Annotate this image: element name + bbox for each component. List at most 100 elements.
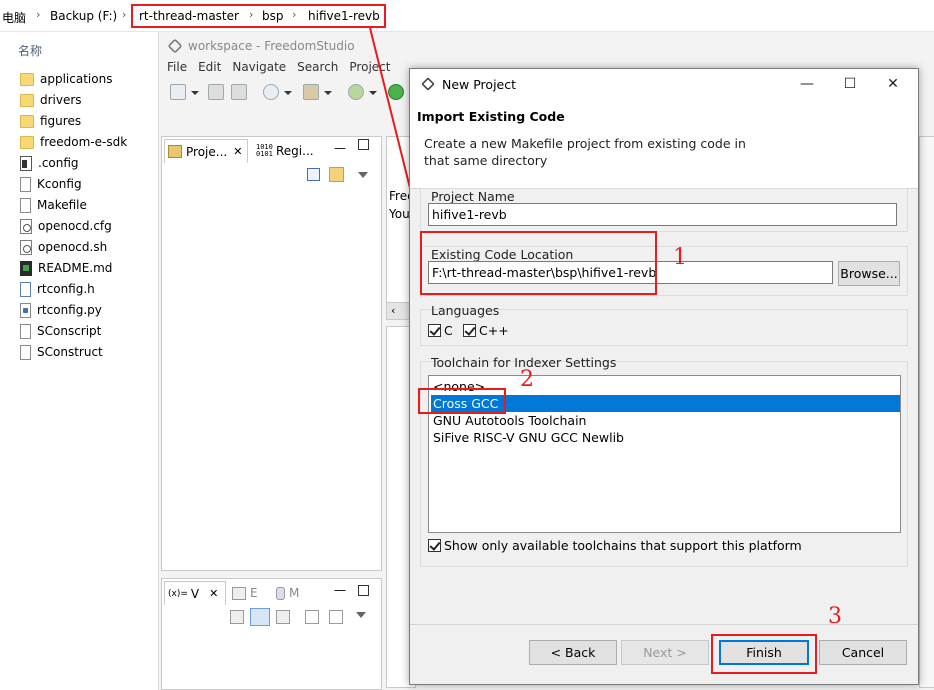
show-only-available-checkbox[interactable] xyxy=(428,539,441,552)
file-list-item[interactable]: openocd.cfg xyxy=(20,216,112,236)
maximize-window-button[interactable]: ☐ xyxy=(833,69,867,99)
tab-project-label: Proje... xyxy=(186,144,228,159)
toolchain-item-none[interactable]: <none> xyxy=(431,378,900,395)
build-settings-icon[interactable] xyxy=(263,84,279,100)
file-list-item[interactable]: .config xyxy=(20,153,79,173)
modules-icon xyxy=(276,586,285,600)
tab-variables-label: V xyxy=(190,586,200,601)
menu-edit[interactable]: Edit xyxy=(198,60,221,80)
registers-icon: 1010 0101 xyxy=(256,143,273,158)
cancel-button[interactable]: Cancel xyxy=(819,640,907,665)
file-name: rtconfig.py xyxy=(37,303,102,317)
save-all-icon[interactable] xyxy=(231,84,247,100)
back-button[interactable]: < Back xyxy=(529,640,617,665)
gear-file-icon xyxy=(20,239,32,255)
file-list-item[interactable]: rtconfig.h xyxy=(20,279,95,299)
tab-registers-label: Regi... xyxy=(276,144,314,158)
folder-icon xyxy=(20,135,34,149)
chevron-right-icon: › xyxy=(249,8,254,21)
file-icon xyxy=(20,197,31,213)
file-name: openocd.sh xyxy=(38,240,108,254)
markdown-file-icon xyxy=(20,260,32,276)
breadcrumb-rt-thread-master[interactable]: rt-thread-master xyxy=(139,9,239,23)
existing-code-location-input[interactable]: F:\rt-thread-master\bsp\hifive1-revb xyxy=(428,261,833,284)
toolchain-item-gnu-autotools[interactable]: GNU Autotools Toolchain xyxy=(431,412,900,429)
chevron-down-icon[interactable] xyxy=(284,91,292,95)
file-list-item[interactable]: Kconfig xyxy=(20,174,82,194)
menu-file[interactable]: File xyxy=(167,60,187,80)
file-list-item[interactable]: README.md xyxy=(20,258,112,278)
toolchain-item-sifive-riscv[interactable]: SiFive RISC-V GNU GCC Newlib xyxy=(431,429,900,446)
header-file-icon xyxy=(20,281,31,297)
file-list-item[interactable]: SConscript xyxy=(20,321,101,341)
save-icon[interactable] xyxy=(208,84,224,100)
minimize-icon[interactable]: — xyxy=(334,583,346,597)
file-icon xyxy=(20,344,31,360)
minimize-window-button[interactable]: — xyxy=(790,69,824,99)
file-list-item[interactable]: applications xyxy=(20,69,112,89)
tab-expressions-label: E xyxy=(250,586,258,600)
language-cpp-label: C++ xyxy=(479,323,509,338)
close-icon[interactable]: ✕ xyxy=(209,587,218,600)
variables-icon: (x)= xyxy=(168,588,188,599)
breadcrumb-drive[interactable]: Backup (F:) xyxy=(50,9,117,23)
toolchain-item-cross-gcc[interactable]: Cross GCC xyxy=(431,395,900,412)
file-list-item[interactable]: drivers xyxy=(20,90,82,110)
file-list-item[interactable]: freedom-e-sdk xyxy=(20,132,127,152)
dialog-title-bar[interactable]: New Project — ☐ ✕ xyxy=(410,69,918,99)
view-menu-icon[interactable] xyxy=(356,612,366,618)
hammer-icon[interactable] xyxy=(303,84,319,100)
tab-registers[interactable]: 1010 0101 Regi... xyxy=(254,139,314,163)
file-list-item[interactable]: openocd.sh xyxy=(20,237,107,257)
annotation-number-2: 2 xyxy=(520,367,534,392)
column-header-name[interactable]: 名称 xyxy=(18,42,42,59)
menu-search[interactable]: Search xyxy=(297,60,338,80)
file-list-item[interactable]: Makefile xyxy=(20,195,87,215)
project-name-input[interactable]: hifive1-revb xyxy=(428,203,897,226)
remove-expression-icon[interactable] xyxy=(329,610,343,624)
menu-navigate[interactable]: Navigate xyxy=(232,60,286,80)
folder-icon xyxy=(20,72,34,86)
show-type-names-icon[interactable] xyxy=(230,610,244,624)
minimize-icon[interactable]: — xyxy=(334,141,346,155)
collapse-all-icon[interactable] xyxy=(307,168,320,181)
expressions-icon xyxy=(232,586,246,600)
new-project-dialog: New Project — ☐ ✕ Import Existing Code C… xyxy=(409,68,919,685)
collapse-all-icon[interactable] xyxy=(276,610,290,624)
file-list-item[interactable]: rtconfig.py xyxy=(20,300,102,320)
add-expression-icon[interactable] xyxy=(305,610,319,624)
language-cpp-checkbox[interactable] xyxy=(463,324,476,337)
dialog-description: Create a new Makefile project from exist… xyxy=(424,136,746,168)
tab-variables[interactable]: (x)= V ✕ xyxy=(164,581,226,605)
chevron-right-icon: › xyxy=(122,8,127,21)
annotation-number-1: 1 xyxy=(673,245,687,270)
link-with-editor-icon[interactable] xyxy=(329,167,344,182)
tab-modules[interactable]: M xyxy=(276,581,299,605)
tab-modules-label: M xyxy=(289,586,300,600)
browse-button[interactable]: Browse... xyxy=(838,261,900,286)
languages-label: Languages xyxy=(431,303,500,318)
close-icon[interactable]: ✕ xyxy=(233,145,242,158)
chevron-down-icon[interactable] xyxy=(324,91,332,95)
dialog-title: New Project xyxy=(442,76,517,92)
existing-code-location-label: Existing Code Location xyxy=(431,247,574,262)
next-button[interactable]: Next > xyxy=(621,640,709,665)
toolchain-list[interactable]: <none> Cross GCC GNU Autotools Toolchain… xyxy=(428,375,901,533)
language-c-checkbox[interactable] xyxy=(428,324,441,337)
chevron-down-icon[interactable] xyxy=(191,91,199,95)
breadcrumb-bsp[interactable]: bsp xyxy=(262,9,284,23)
maximize-icon[interactable] xyxy=(358,585,369,596)
close-window-button[interactable]: ✕ xyxy=(876,69,910,99)
new-icon[interactable] xyxy=(170,84,186,100)
show-logical-structure-icon[interactable] xyxy=(250,608,270,626)
explorer-address-bar[interactable]: 电脑 › Backup (F:) › rt-thread-master › bs… xyxy=(0,0,934,32)
file-name: Makefile xyxy=(37,198,87,212)
breadcrumb-computer[interactable]: 电脑 xyxy=(2,9,26,26)
project-explorer-panel: Proje... ✕ 1010 0101 Regi... — xyxy=(161,136,382,571)
show-only-available-label: Show only available toolchains that supp… xyxy=(444,538,802,553)
file-list-item[interactable]: figures xyxy=(20,111,81,131)
tab-expressions[interactable]: E xyxy=(232,581,258,605)
file-list-item[interactable]: SConstruct xyxy=(20,342,103,362)
finish-button[interactable]: Finish xyxy=(719,640,809,665)
tab-project-explorer[interactable]: Proje... ✕ xyxy=(164,139,248,163)
